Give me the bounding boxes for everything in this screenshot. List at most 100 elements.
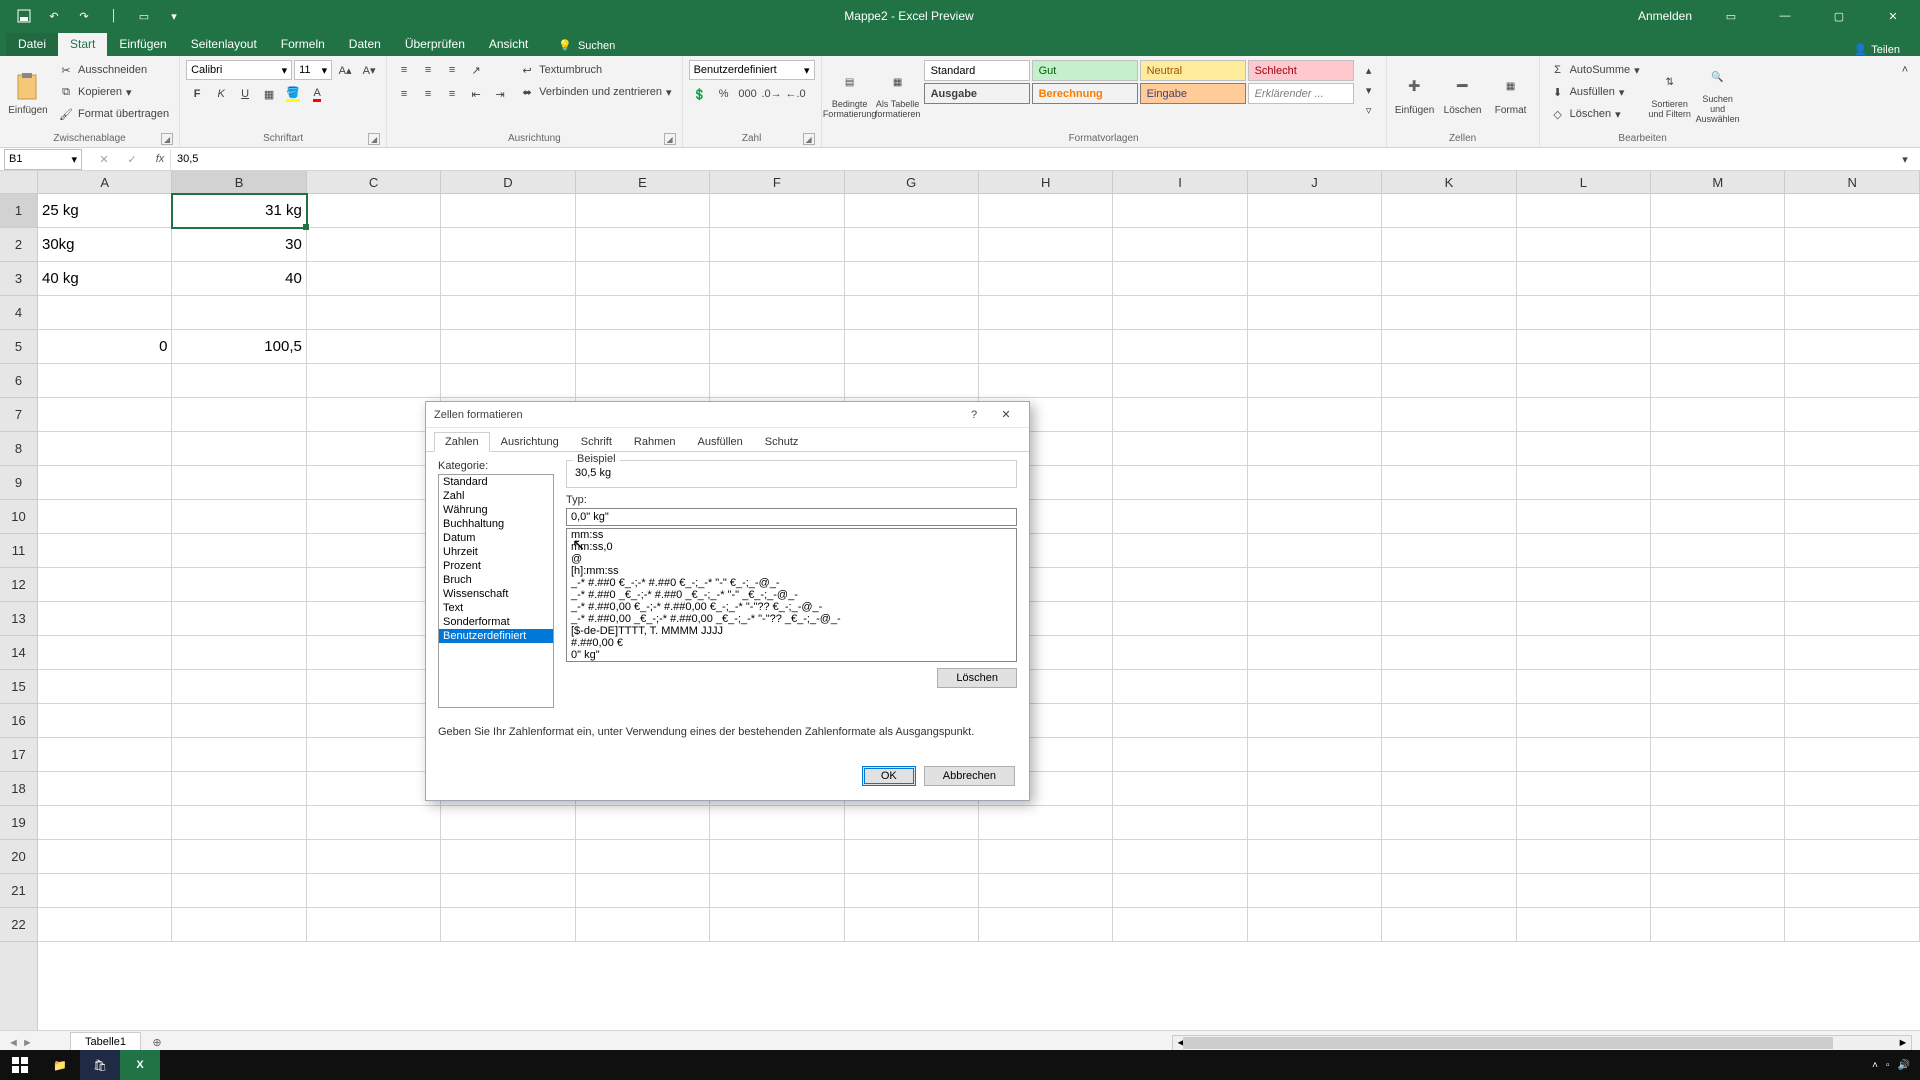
formula-input[interactable]: 30,5 <box>170 149 1894 170</box>
cell-D6[interactable] <box>441 364 575 398</box>
cell-style-ausgabe[interactable]: Ausgabe <box>924 83 1030 104</box>
cancel-button[interactable]: Abbrechen <box>924 766 1015 786</box>
cell-M6[interactable] <box>1651 364 1785 398</box>
cell-I16[interactable] <box>1113 704 1247 738</box>
cell-K3[interactable] <box>1382 262 1516 296</box>
cell-B11[interactable] <box>172 534 306 568</box>
cell-A15[interactable] <box>38 670 172 704</box>
cell-K21[interactable] <box>1382 874 1516 908</box>
excel-taskbar-icon[interactable]: X <box>120 1050 160 1080</box>
cut-button[interactable]: ✂Ausschneiden <box>54 60 173 80</box>
gallery-up-icon[interactable]: ▴ <box>1358 60 1380 80</box>
cell-B20[interactable] <box>172 840 306 874</box>
cell-H3[interactable] <box>979 262 1113 296</box>
format-painter-button[interactable]: 🖌Format übertragen <box>54 104 173 124</box>
cell-F5[interactable] <box>710 330 844 364</box>
row-header[interactable]: 18 <box>0 772 37 806</box>
category-item[interactable]: Uhrzeit <box>439 545 553 559</box>
cell-N17[interactable] <box>1785 738 1919 772</box>
cell-L14[interactable] <box>1517 636 1651 670</box>
cell-J16[interactable] <box>1248 704 1382 738</box>
percent-format-icon[interactable]: % <box>713 84 735 104</box>
align-bottom-icon[interactable]: ≡ <box>441 60 463 80</box>
align-center-icon[interactable]: ≡ <box>417 84 439 104</box>
clear-button[interactable]: ◇Löschen▾ <box>1546 104 1644 124</box>
cell-L12[interactable] <box>1517 568 1651 602</box>
cell-H6[interactable] <box>979 364 1113 398</box>
cell-M20[interactable] <box>1651 840 1785 874</box>
cell-N14[interactable] <box>1785 636 1919 670</box>
cell-B16[interactable] <box>172 704 306 738</box>
tab-seitenlayout[interactable]: Seitenlayout <box>179 33 269 56</box>
dialog-launcher-icon[interactable]: ◢ <box>803 133 815 145</box>
minimize-icon[interactable]: — <box>1762 0 1808 32</box>
cell-D1[interactable] <box>441 194 575 228</box>
row-header[interactable]: 11 <box>0 534 37 568</box>
cell-F2[interactable] <box>710 228 844 262</box>
cell-J19[interactable] <box>1248 806 1382 840</box>
cell-M15[interactable] <box>1651 670 1785 704</box>
cell-H22[interactable] <box>979 908 1113 942</box>
column-header[interactable]: H <box>979 171 1113 193</box>
cell-I8[interactable] <box>1113 432 1247 466</box>
row-header[interactable]: 20 <box>0 840 37 874</box>
cell-B10[interactable] <box>172 500 306 534</box>
decrease-decimal-icon[interactable]: ←.0 <box>785 84 807 104</box>
maximize-icon[interactable]: ▢ <box>1816 0 1862 32</box>
cell-I21[interactable] <box>1113 874 1247 908</box>
cell-J21[interactable] <box>1248 874 1382 908</box>
cell-L19[interactable] <box>1517 806 1651 840</box>
cell-K17[interactable] <box>1382 738 1516 772</box>
column-header[interactable]: G <box>845 171 979 193</box>
cell-K11[interactable] <box>1382 534 1516 568</box>
cell-K5[interactable] <box>1382 330 1516 364</box>
cell-H5[interactable] <box>979 330 1113 364</box>
cell-M2[interactable] <box>1651 228 1785 262</box>
cell-G1[interactable] <box>845 194 979 228</box>
cell-K4[interactable] <box>1382 296 1516 330</box>
cell-M11[interactable] <box>1651 534 1785 568</box>
cell-A13[interactable] <box>38 602 172 636</box>
cell-F1[interactable] <box>710 194 844 228</box>
row-header[interactable]: 14 <box>0 636 37 670</box>
row-header[interactable]: 10 <box>0 500 37 534</box>
tab-einfuegen[interactable]: Einfügen <box>107 33 178 56</box>
select-all-button[interactable] <box>0 171 38 194</box>
cell-M3[interactable] <box>1651 262 1785 296</box>
cell-N4[interactable] <box>1785 296 1919 330</box>
name-box[interactable]: B1▾ <box>4 149 82 170</box>
dialog-launcher-icon[interactable]: ◢ <box>161 133 173 145</box>
cell-N3[interactable] <box>1785 262 1919 296</box>
cell-I13[interactable] <box>1113 602 1247 636</box>
cell-C12[interactable] <box>307 568 441 602</box>
close-icon[interactable]: ✕ <box>1870 0 1916 32</box>
cell-M13[interactable] <box>1651 602 1785 636</box>
cell-I9[interactable] <box>1113 466 1247 500</box>
column-header[interactable]: A <box>38 171 172 193</box>
paste-button[interactable]: Einfügen <box>6 60 50 126</box>
cell-M17[interactable] <box>1651 738 1785 772</box>
cell-F22[interactable] <box>710 908 844 942</box>
column-header[interactable]: N <box>1785 171 1919 193</box>
start-button[interactable] <box>0 1050 40 1080</box>
cell-M19[interactable] <box>1651 806 1785 840</box>
cell-M21[interactable] <box>1651 874 1785 908</box>
cell-N7[interactable] <box>1785 398 1919 432</box>
cell-L18[interactable] <box>1517 772 1651 806</box>
cell-E6[interactable] <box>576 364 710 398</box>
cell-I14[interactable] <box>1113 636 1247 670</box>
cell-N11[interactable] <box>1785 534 1919 568</box>
cell-M10[interactable] <box>1651 500 1785 534</box>
insert-function-icon[interactable]: fx <box>150 149 170 169</box>
cell-L17[interactable] <box>1517 738 1651 772</box>
sheet-nav[interactable]: ◄ ► <box>0 1037 70 1049</box>
cell-D2[interactable] <box>441 228 575 262</box>
cell-E21[interactable] <box>576 874 710 908</box>
row-header[interactable]: 21 <box>0 874 37 908</box>
cell-J17[interactable] <box>1248 738 1382 772</box>
cell-N16[interactable] <box>1785 704 1919 738</box>
cell-N12[interactable] <box>1785 568 1919 602</box>
font-size-select[interactable]: 11▾ <box>294 60 332 80</box>
cell-A8[interactable] <box>38 432 172 466</box>
category-item[interactable]: Benutzerdefiniert <box>439 629 553 643</box>
